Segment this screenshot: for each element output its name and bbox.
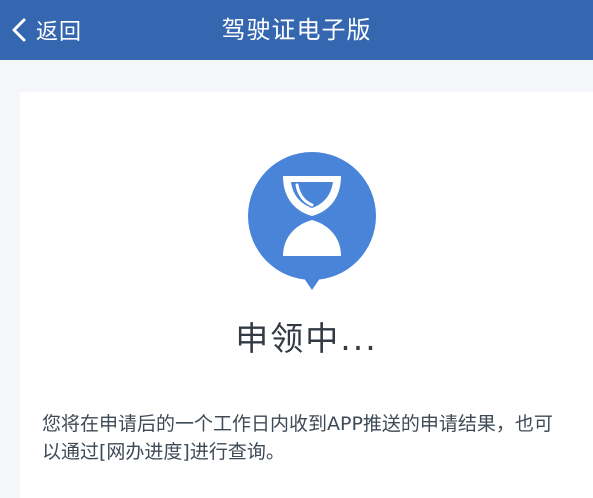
page-title: 驾驶证电子版 bbox=[221, 16, 372, 44]
status-description: 您将在申请后的一个工作日内收到APP推送的申请结果，也可以通过[网办进度]进行查… bbox=[42, 413, 553, 463]
status-card: 申领中... 您将在申请后的一个工作日内收到APP推送的申请结果，也可以通过[网… bbox=[20, 92, 593, 498]
header-bar: 返回 驾驶证电子版 bbox=[0, 0, 593, 60]
hourglass-icon bbox=[245, 152, 379, 292]
status-text: 申领中... bbox=[235, 319, 378, 358]
